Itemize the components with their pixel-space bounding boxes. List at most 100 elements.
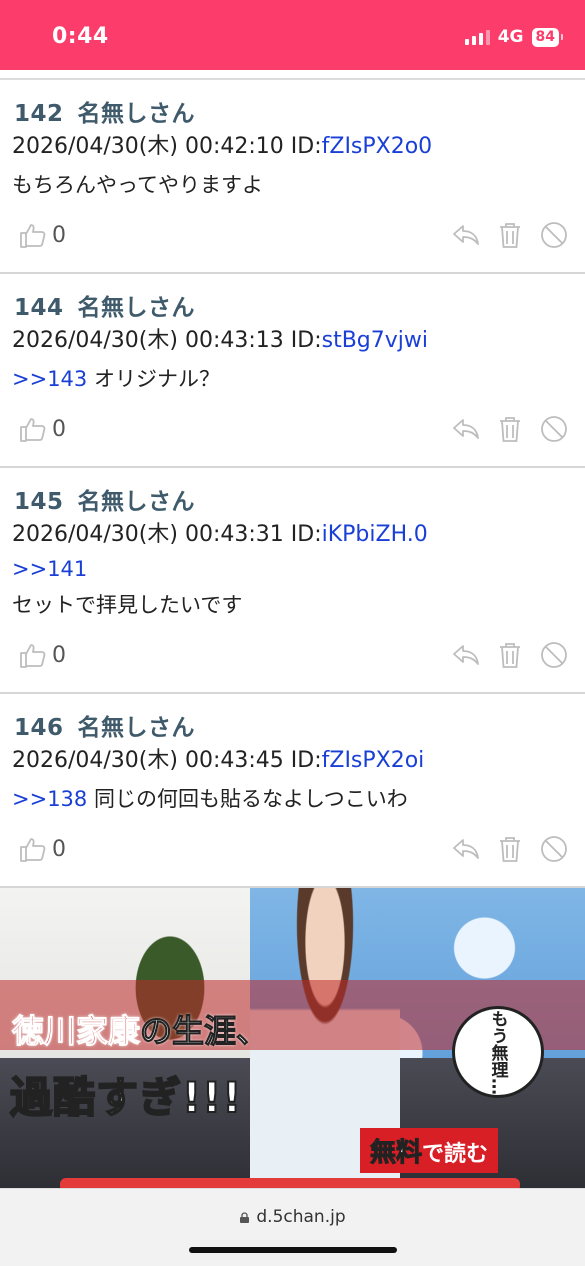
post-body: もちろんやってやりますよ [12, 169, 263, 199]
post-body: >>138 同じの何回も貼るなよしつこいわ [12, 783, 408, 813]
address-bar[interactable]: d.5chan.jp [0, 1207, 585, 1227]
post-text: もちろんやってやりますよ [12, 173, 263, 197]
ad-speech-bubble: もう無理… [452, 1006, 544, 1098]
post-text: 同じの何回も貼るなよしつこいわ [93, 787, 408, 811]
post-body: >>141 [12, 557, 87, 581]
post-text: オリジナル？ [93, 367, 220, 391]
post-142: 142 名無しさん 2026/04/30(木) 00:42:10 ID:fZIsP… [0, 80, 585, 274]
reply-icon [453, 645, 479, 665]
id-label: ID: [290, 328, 322, 353]
delete-button[interactable] [495, 640, 525, 670]
poster-id[interactable]: stBg7vjwi [322, 328, 428, 353]
block-button[interactable] [539, 834, 569, 864]
reply-icon [453, 839, 479, 859]
id-label: ID: [290, 522, 322, 547]
reply-button[interactable] [451, 640, 481, 670]
ad-headline: 過酷すぎ!!! [9, 1072, 243, 1123]
ad-title: 徳川家康の生涯、 [11, 1006, 269, 1052]
reply-anchor-link[interactable]: >>138 [12, 787, 87, 811]
delete-button[interactable] [495, 834, 525, 864]
status-indicators: 4G 84 [464, 26, 564, 48]
post-145: 145 名無しさん 2026/04/30(木) 00:43:31 ID:iKPbi… [0, 468, 585, 694]
like-button[interactable]: 0 [18, 414, 66, 444]
delete-button[interactable] [495, 220, 525, 250]
trash-icon [500, 223, 520, 248]
trash-icon [500, 837, 520, 862]
battery-level: 84 [535, 28, 555, 45]
post-actions [451, 414, 569, 444]
block-icon [541, 836, 567, 862]
poster-id[interactable]: iKPbiZH.0 [322, 522, 428, 547]
post-actions [451, 640, 569, 670]
browser-bottom-bar: d.5chan.jp [0, 1188, 585, 1266]
ad-cta-white: で読む [422, 1142, 489, 1167]
post-header: 142 名無しさん [14, 94, 195, 128]
ad-read-free-button[interactable]: 無料で読む [360, 1128, 499, 1173]
block-icon [541, 642, 567, 668]
post-date: 2026/04/30(木) 00:42:10 [12, 134, 284, 159]
status-time: 0:44 [52, 24, 109, 49]
post-146: 146 名無しさん 2026/04/30(木) 00:43:45 ID:fZIsP… [0, 694, 585, 888]
like-button[interactable]: 0 [18, 640, 66, 670]
block-icon [541, 222, 567, 248]
ad-cta-red: 無料 [369, 1138, 423, 1169]
post-number[interactable]: 146 [14, 715, 64, 741]
post-144: 144 名無しさん 2026/04/30(木) 00:43:13 ID:stBg7… [0, 274, 585, 468]
ad-title-red: 徳川家康 [11, 1012, 141, 1051]
post-actions [451, 220, 569, 250]
like-count: 0 [52, 416, 66, 442]
post-meta: 2026/04/30(木) 00:43:31 ID:iKPbiZH.0 [12, 516, 428, 548]
trash-icon [500, 643, 520, 668]
trash-icon [500, 417, 520, 442]
ad-title-white: の生涯、 [140, 1012, 269, 1051]
signal-icon [464, 29, 490, 45]
post-number[interactable]: 144 [14, 295, 64, 321]
reply-icon [453, 419, 479, 439]
post-body-line2: セットで拝見したいです [12, 589, 242, 619]
poster-name: 名無しさん [77, 715, 196, 741]
like-count: 0 [52, 222, 66, 248]
id-label: ID: [290, 748, 322, 773]
lock-icon [240, 1212, 250, 1223]
status-bar: 0:44 4G 84 [0, 0, 585, 70]
poster-id[interactable]: fZIsPX2oi [322, 748, 425, 773]
post-body: >>143 オリジナル？ [12, 363, 220, 393]
ad-bottom-stripe [60, 1178, 520, 1188]
delete-button[interactable] [495, 414, 525, 444]
like-count: 0 [52, 836, 66, 862]
post-date: 2026/04/30(木) 00:43:45 [12, 748, 284, 773]
ad-banner[interactable]: 徳川家康の生涯、 過酷すぎ!!! もう無理… 無料で読む [0, 888, 585, 1188]
url-text: d.5chan.jp [256, 1207, 346, 1227]
post-meta: 2026/04/30(木) 00:43:13 ID:stBg7vjwi [12, 322, 428, 354]
reply-icon [453, 225, 479, 245]
block-button[interactable] [539, 220, 569, 250]
reply-button[interactable] [451, 834, 481, 864]
poster-name: 名無しさん [77, 101, 196, 127]
like-button[interactable]: 0 [18, 220, 66, 250]
like-button[interactable]: 0 [18, 834, 66, 864]
thumbs-up-icon [20, 644, 46, 668]
id-label: ID: [290, 134, 322, 159]
home-indicator[interactable] [189, 1247, 397, 1253]
battery-icon: 84 [531, 27, 564, 47]
reply-button[interactable] [451, 220, 481, 250]
reply-anchor-link[interactable]: >>143 [12, 367, 87, 391]
post-header: 146 名無しさん [14, 708, 195, 742]
reply-button[interactable] [451, 414, 481, 444]
poster-name: 名無しさん [77, 295, 196, 321]
block-icon [541, 416, 567, 442]
reply-anchor-link[interactable]: >>141 [12, 557, 87, 581]
like-count: 0 [52, 642, 66, 668]
post-number[interactable]: 145 [14, 489, 64, 515]
poster-name: 名無しさん [77, 489, 196, 515]
poster-id[interactable]: fZIsPX2o0 [322, 134, 433, 159]
post-header: 144 名無しさん [14, 288, 195, 322]
block-button[interactable] [539, 640, 569, 670]
post-date: 2026/04/30(木) 00:43:13 [12, 328, 284, 353]
post-number[interactable]: 142 [14, 101, 64, 127]
post-list: 142 名無しさん 2026/04/30(木) 00:42:10 ID:fZIsP… [0, 80, 585, 888]
post-meta: 2026/04/30(木) 00:42:10 ID:fZIsPX2o0 [12, 128, 432, 160]
block-button[interactable] [539, 414, 569, 444]
thumbs-up-icon [20, 224, 46, 248]
network-type: 4G [497, 27, 524, 47]
